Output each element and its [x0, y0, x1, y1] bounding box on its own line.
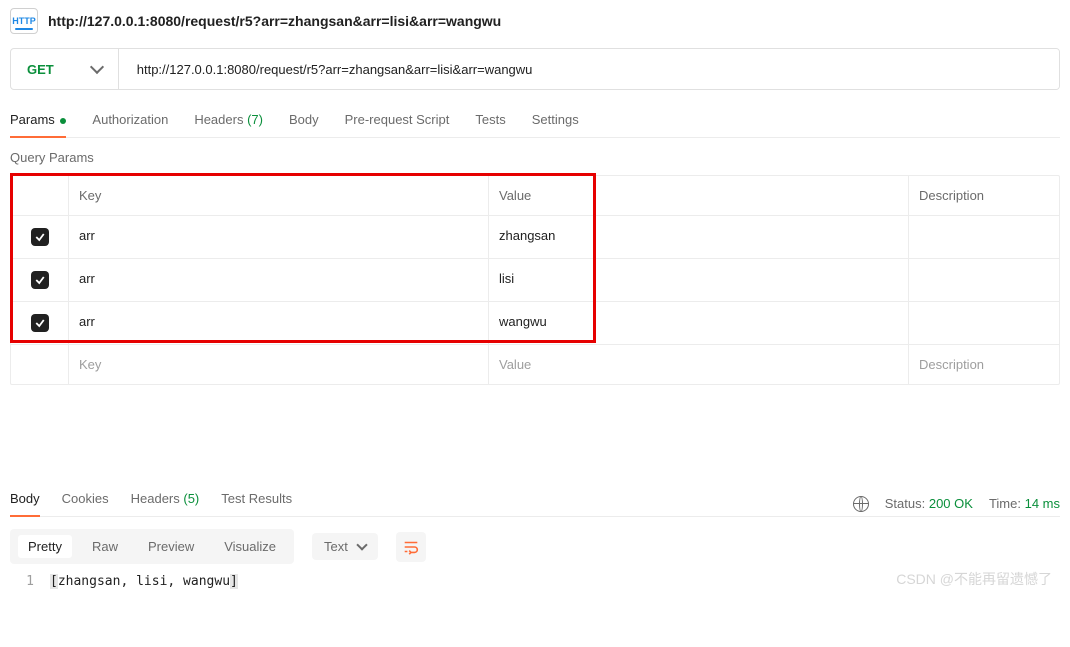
tab-body[interactable]: Body [289, 112, 319, 137]
cell-key[interactable]: arr [69, 259, 489, 301]
tab-headers[interactable]: Headers (7) [194, 112, 263, 137]
method-label: GET [27, 62, 54, 77]
tab-settings[interactable]: Settings [532, 112, 579, 137]
url-input[interactable] [119, 49, 1059, 89]
cell-desc-placeholder[interactable]: Description [909, 345, 1059, 384]
resp-tab-headers[interactable]: Headers (5) [131, 491, 200, 516]
request-tabs: Params Authorization Headers (7) Body Pr… [10, 112, 1060, 138]
col-description: Description [909, 176, 1059, 215]
table-row[interactable]: arr zhangsan [11, 216, 1059, 259]
view-raw[interactable]: Raw [82, 535, 128, 558]
col-key: Key [69, 176, 489, 215]
tab-authorization[interactable]: Authorization [92, 112, 168, 137]
globe-icon[interactable] [853, 496, 869, 512]
resp-tab-testresults[interactable]: Test Results [221, 491, 292, 516]
line-number: 1 [16, 574, 34, 589]
method-select[interactable]: GET [11, 49, 119, 89]
cell-key-placeholder[interactable]: Key [69, 345, 489, 384]
view-mode-select: Pretty Raw Preview Visualize [10, 529, 294, 564]
response-body[interactable]: 1 [[zhangsan, lisi, wangwu]zhangsan, lis… [10, 564, 1060, 599]
resp-tab-body[interactable]: Body [10, 491, 40, 516]
checkbox[interactable] [31, 314, 49, 332]
cell-value-placeholder[interactable]: Value [489, 345, 909, 384]
tab-tests[interactable]: Tests [475, 112, 505, 137]
chevron-down-icon [90, 60, 104, 74]
tab-prerequest[interactable]: Pre-request Script [345, 112, 450, 137]
chevron-down-icon [356, 539, 367, 550]
checkbox[interactable] [31, 228, 49, 246]
request-bar: GET [10, 48, 1060, 90]
http-icon: HTTP [10, 8, 38, 34]
dot-indicator-icon [60, 118, 66, 124]
time-label: Time: 14 ms [989, 496, 1060, 511]
query-params-title: Query Params [10, 150, 1060, 165]
checkbox[interactable] [31, 271, 49, 289]
cell-key[interactable]: arr [69, 216, 489, 258]
cell-key[interactable]: arr [69, 302, 489, 344]
view-visualize[interactable]: Visualize [214, 535, 286, 558]
tab-params[interactable]: Params [10, 112, 66, 137]
content-type-select[interactable]: Text [312, 533, 378, 560]
cell-value[interactable]: zhangsan [489, 216, 909, 258]
table-row[interactable]: Key Value Description [11, 345, 1059, 384]
cell-value[interactable]: wangwu [489, 302, 909, 344]
resp-tab-cookies[interactable]: Cookies [62, 491, 109, 516]
view-pretty[interactable]: Pretty [18, 535, 72, 558]
wrap-lines-button[interactable] [396, 532, 426, 562]
table-row[interactable]: arr lisi [11, 259, 1059, 302]
cell-desc[interactable] [909, 216, 1059, 258]
params-table: Key Value Description arr zhangsan arr l… [10, 175, 1060, 385]
table-row[interactable]: arr wangwu [11, 302, 1059, 345]
view-preview[interactable]: Preview [138, 535, 204, 558]
status-label: Status: 200 OK [885, 496, 973, 511]
tab-title: http://127.0.0.1:8080/request/r5?arr=zha… [48, 13, 501, 29]
col-value: Value [489, 176, 909, 215]
cell-desc[interactable] [909, 259, 1059, 301]
cell-value[interactable]: lisi [489, 259, 909, 301]
cell-desc[interactable] [909, 302, 1059, 344]
